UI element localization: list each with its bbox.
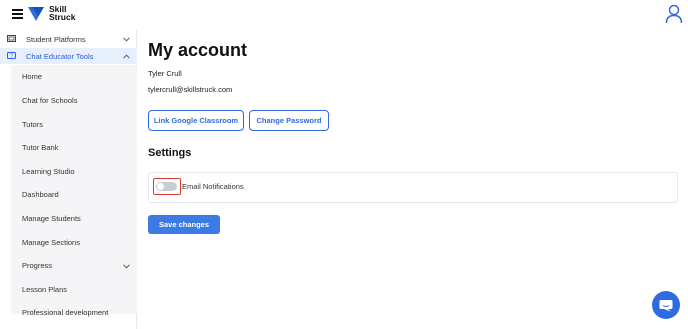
sidebar-item-label: Student Platforms (26, 34, 86, 44)
sidebar-item-student-platforms[interactable]: Student Platforms (0, 31, 137, 47)
sidebar-item-tutor-bank[interactable]: Tutor Bank (22, 143, 58, 152)
user-profile-icon[interactable] (665, 4, 683, 24)
chevron-up-icon (123, 53, 130, 59)
skillstruck-logo[interactable]: Skill Struck (27, 4, 75, 22)
menu-icon[interactable] (12, 9, 23, 19)
email-notifications-toggle[interactable] (156, 181, 177, 191)
sidebar-item-chat-educator-tools[interactable]: ? Chat Educator Tools (0, 48, 137, 64)
chevron-down-icon[interactable] (123, 264, 130, 269)
sidebar-item-manage-sections[interactable]: Manage Sections (22, 238, 80, 247)
chat-bubble-icon (659, 299, 673, 311)
sidebar-item-lesson-plans[interactable]: Lesson Plans (22, 285, 67, 294)
logo-icon (28, 7, 44, 21)
sidebar-item-tutors[interactable]: Tutors (22, 120, 43, 129)
logo-text: Skill Struck (49, 4, 76, 22)
svg-text:?: ? (10, 54, 13, 60)
chat-icon: ? (7, 52, 16, 60)
sidebar-item-chat-for-schools[interactable]: Chat for Schools (22, 96, 77, 105)
sidebar: Student Platforms ? Chat Educator Tools … (0, 30, 137, 329)
change-password-button[interactable]: Change Password (249, 110, 329, 131)
sidebar-item-home[interactable]: Home (22, 72, 42, 81)
chevron-down-icon (123, 36, 130, 42)
monitor-icon (7, 35, 16, 42)
logo-line-2: Struck (49, 12, 76, 22)
sidebar-item-label: Chat Educator Tools (26, 51, 94, 61)
save-changes-button[interactable]: Save changes (148, 215, 220, 234)
sidebar-item-progress[interactable]: Progress (22, 261, 52, 270)
user-name: Tyler Crull (148, 69, 182, 78)
page-title: My account (148, 40, 248, 60)
top-bar: Skill Struck (0, 0, 688, 30)
toggle-knob (157, 182, 164, 190)
email-notifications-label: Email Notifications (182, 182, 244, 191)
chat-support-button[interactable] (652, 291, 680, 319)
sidebar-item-professional-development[interactable]: Professional development (22, 308, 108, 317)
link-google-classroom-button[interactable]: Link Google Classroom (148, 110, 244, 131)
sidebar-item-manage-students[interactable]: Manage Students (22, 214, 81, 223)
email-notifications-toggle-highlight (153, 178, 181, 195)
sidebar-item-learning-studio[interactable]: Learning Studio (22, 167, 75, 176)
sidebar-item-dashboard[interactable]: Dashboard (22, 190, 59, 199)
settings-heading: Settings (148, 147, 192, 159)
user-email: tylercrull@skillstruck.com (148, 85, 233, 94)
